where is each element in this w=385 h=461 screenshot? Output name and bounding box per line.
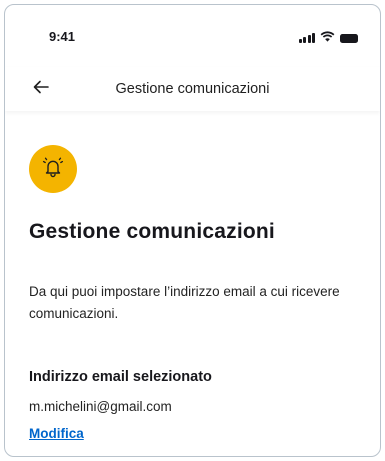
phone-screen: 9:41 Gestione comunicazioni Gestione com… [4,4,381,457]
bell-icon [41,155,65,184]
edit-email-link[interactable]: Modifica [29,426,84,441]
bell-badge [29,145,77,193]
page-description: Da qui puoi impostare l’indirizzo email … [29,284,340,321]
status-bar: 9:41 [5,5,380,49]
status-icons [298,29,358,47]
signal-icon [298,33,315,43]
status-time: 9:41 [49,29,76,44]
app-bar-title: Gestione comunicazioni [115,81,270,97]
email-section-label: Indirizzo email selezionato [29,369,212,385]
selected-email-value: m.michelini@gmail.com [29,399,172,414]
wifi-icon [320,29,335,47]
page-title: Gestione comunicazioni [29,220,275,243]
app-bar: Gestione comunicazioni [5,67,380,111]
battery-icon [340,33,358,43]
